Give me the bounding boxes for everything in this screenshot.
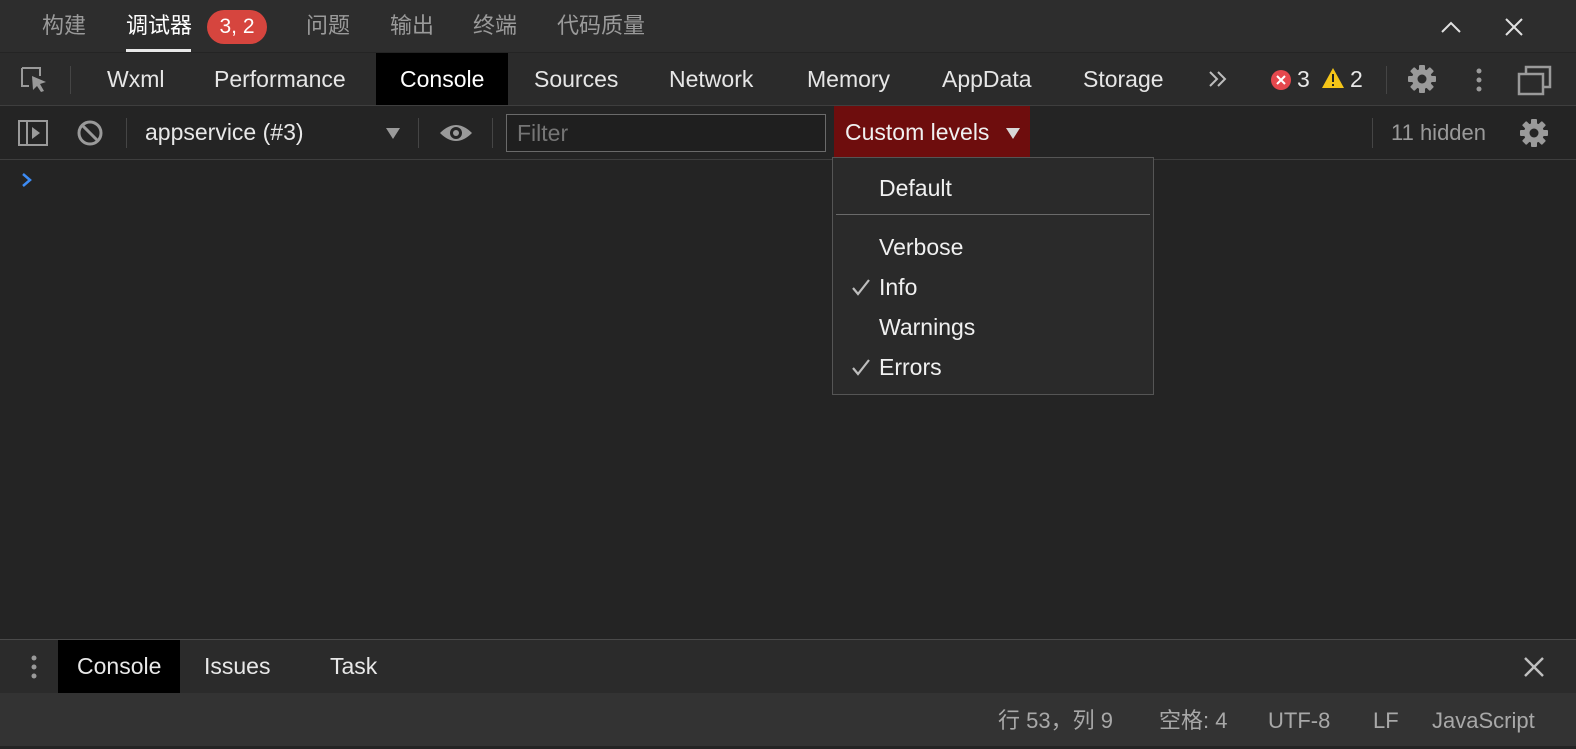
tab-storage[interactable]: Storage xyxy=(1083,53,1164,105)
tab-problems[interactable]: 问题 xyxy=(306,0,350,52)
tab-performance[interactable]: Performance xyxy=(214,53,346,105)
toolbar-separator xyxy=(1372,118,1373,148)
menu-item-errors[interactable]: Errors xyxy=(879,351,942,383)
tab-wxml[interactable]: Wxml xyxy=(107,53,164,105)
devtools-toolbar: Wxml Performance Console Sources Network… xyxy=(0,53,1576,106)
filter-input[interactable] xyxy=(506,114,826,152)
menu-item-verbose[interactable]: Verbose xyxy=(879,231,963,263)
sidebar-toggle-icon xyxy=(18,120,48,146)
tab-terminal[interactable]: 终端 xyxy=(473,0,517,52)
encoding-setting[interactable]: UTF-8 xyxy=(1268,693,1330,746)
hidden-messages-count: 11 hidden xyxy=(1391,120,1487,145)
close-panel-button[interactable] xyxy=(1497,10,1531,44)
close-icon xyxy=(1524,657,1544,677)
indentation-setting[interactable]: 空格: 4 xyxy=(1159,693,1227,746)
drawer-tab-console[interactable]: Console xyxy=(58,640,181,693)
toggle-sidebar-button[interactable] xyxy=(17,118,49,153)
drawer-tab-task[interactable]: Task xyxy=(330,640,377,693)
issue-count-badge: 3, 2 xyxy=(207,10,267,44)
close-icon xyxy=(1505,18,1523,36)
language-mode[interactable]: JavaScript xyxy=(1432,693,1535,746)
status-bar: 行 53，列 9 空格: 4 UTF-8 LF JavaScript xyxy=(0,693,1576,746)
log-levels-dropdown[interactable]: Custom levels xyxy=(834,106,1030,159)
toolbar-separator xyxy=(126,118,127,148)
checkmark-icon xyxy=(852,359,870,376)
warning-icon xyxy=(1322,68,1344,88)
tab-memory[interactable]: Memory xyxy=(807,53,890,105)
tab-sources[interactable]: Sources xyxy=(534,53,618,105)
active-tab-indicator xyxy=(126,49,191,52)
toolbar-separator xyxy=(1386,66,1387,94)
log-levels-menu: Default Verbose Info Warnings Errors xyxy=(832,157,1154,395)
cursor-position[interactable]: 行 53，列 9 xyxy=(998,693,1113,746)
toolbar-separator xyxy=(492,118,493,148)
tab-console[interactable]: Console xyxy=(376,53,509,105)
tab-code-quality[interactable]: 代码质量 xyxy=(557,0,645,52)
chevron-right-icon xyxy=(22,173,32,187)
inspect-element-button[interactable] xyxy=(18,64,50,101)
tab-appdata[interactable]: AppData xyxy=(942,53,1032,105)
more-tabs-button[interactable] xyxy=(1203,64,1233,99)
eye-icon xyxy=(440,125,472,141)
select-element-icon xyxy=(21,67,46,92)
console-prompt[interactable] xyxy=(19,168,35,197)
tab-output[interactable]: 输出 xyxy=(390,0,434,52)
console-settings-button[interactable] xyxy=(1518,117,1550,154)
error-icon xyxy=(1271,70,1291,90)
log-levels-label: Custom levels xyxy=(845,119,990,145)
panel-tab-bar: 构建 调试器 3, 2 问题 输出 终端 代码质量 xyxy=(0,0,1576,52)
dock-side-button[interactable] xyxy=(1517,64,1553,101)
kebab-menu-icon xyxy=(1476,68,1482,92)
gear-icon xyxy=(1408,65,1436,93)
drawer-tab-issues[interactable]: Issues xyxy=(204,640,270,693)
triangle-down-icon xyxy=(1006,128,1020,139)
menu-item-info[interactable]: Info xyxy=(879,271,917,303)
tab-debugger[interactable]: 调试器 xyxy=(126,0,192,52)
clear-block-icon xyxy=(77,120,103,146)
context-selector[interactable]: appservice (#3) xyxy=(145,106,304,159)
warning-count: 2 xyxy=(1350,66,1363,92)
tab-build[interactable]: 构建 xyxy=(42,0,86,52)
triangle-down-icon[interactable] xyxy=(384,125,402,141)
collapse-panel-button[interactable] xyxy=(1434,10,1468,44)
menu-item-default[interactable]: Default xyxy=(879,172,952,204)
settings-button[interactable] xyxy=(1406,63,1438,100)
menu-item-warnings[interactable]: Warnings xyxy=(879,311,975,343)
more-options-button[interactable] xyxy=(1466,65,1492,100)
console-toolbar: appservice (#3) Custom levels 11 hidden xyxy=(0,106,1576,160)
gear-icon xyxy=(1520,119,1548,147)
live-expression-button[interactable] xyxy=(438,120,474,151)
line-ending-setting[interactable]: LF xyxy=(1373,693,1399,746)
issues-counter[interactable]: 3 2 xyxy=(1270,66,1370,92)
double-chevron-right-icon xyxy=(1209,71,1227,87)
checkmark-icon xyxy=(852,279,870,296)
error-count: 3 xyxy=(1297,66,1310,92)
menu-divider xyxy=(836,214,1150,215)
clear-console-button[interactable] xyxy=(75,118,105,153)
chevron-up-icon xyxy=(1441,21,1461,33)
close-drawer-button[interactable] xyxy=(1520,653,1548,686)
undock-window-icon xyxy=(1517,65,1552,96)
drawer-menu-button[interactable] xyxy=(22,652,46,687)
toolbar-separator xyxy=(418,118,419,148)
tab-network[interactable]: Network xyxy=(669,53,753,105)
kebab-menu-icon xyxy=(31,655,37,679)
toolbar-separator xyxy=(70,66,71,94)
drawer-tab-bar: Console Issues Task xyxy=(0,639,1576,693)
